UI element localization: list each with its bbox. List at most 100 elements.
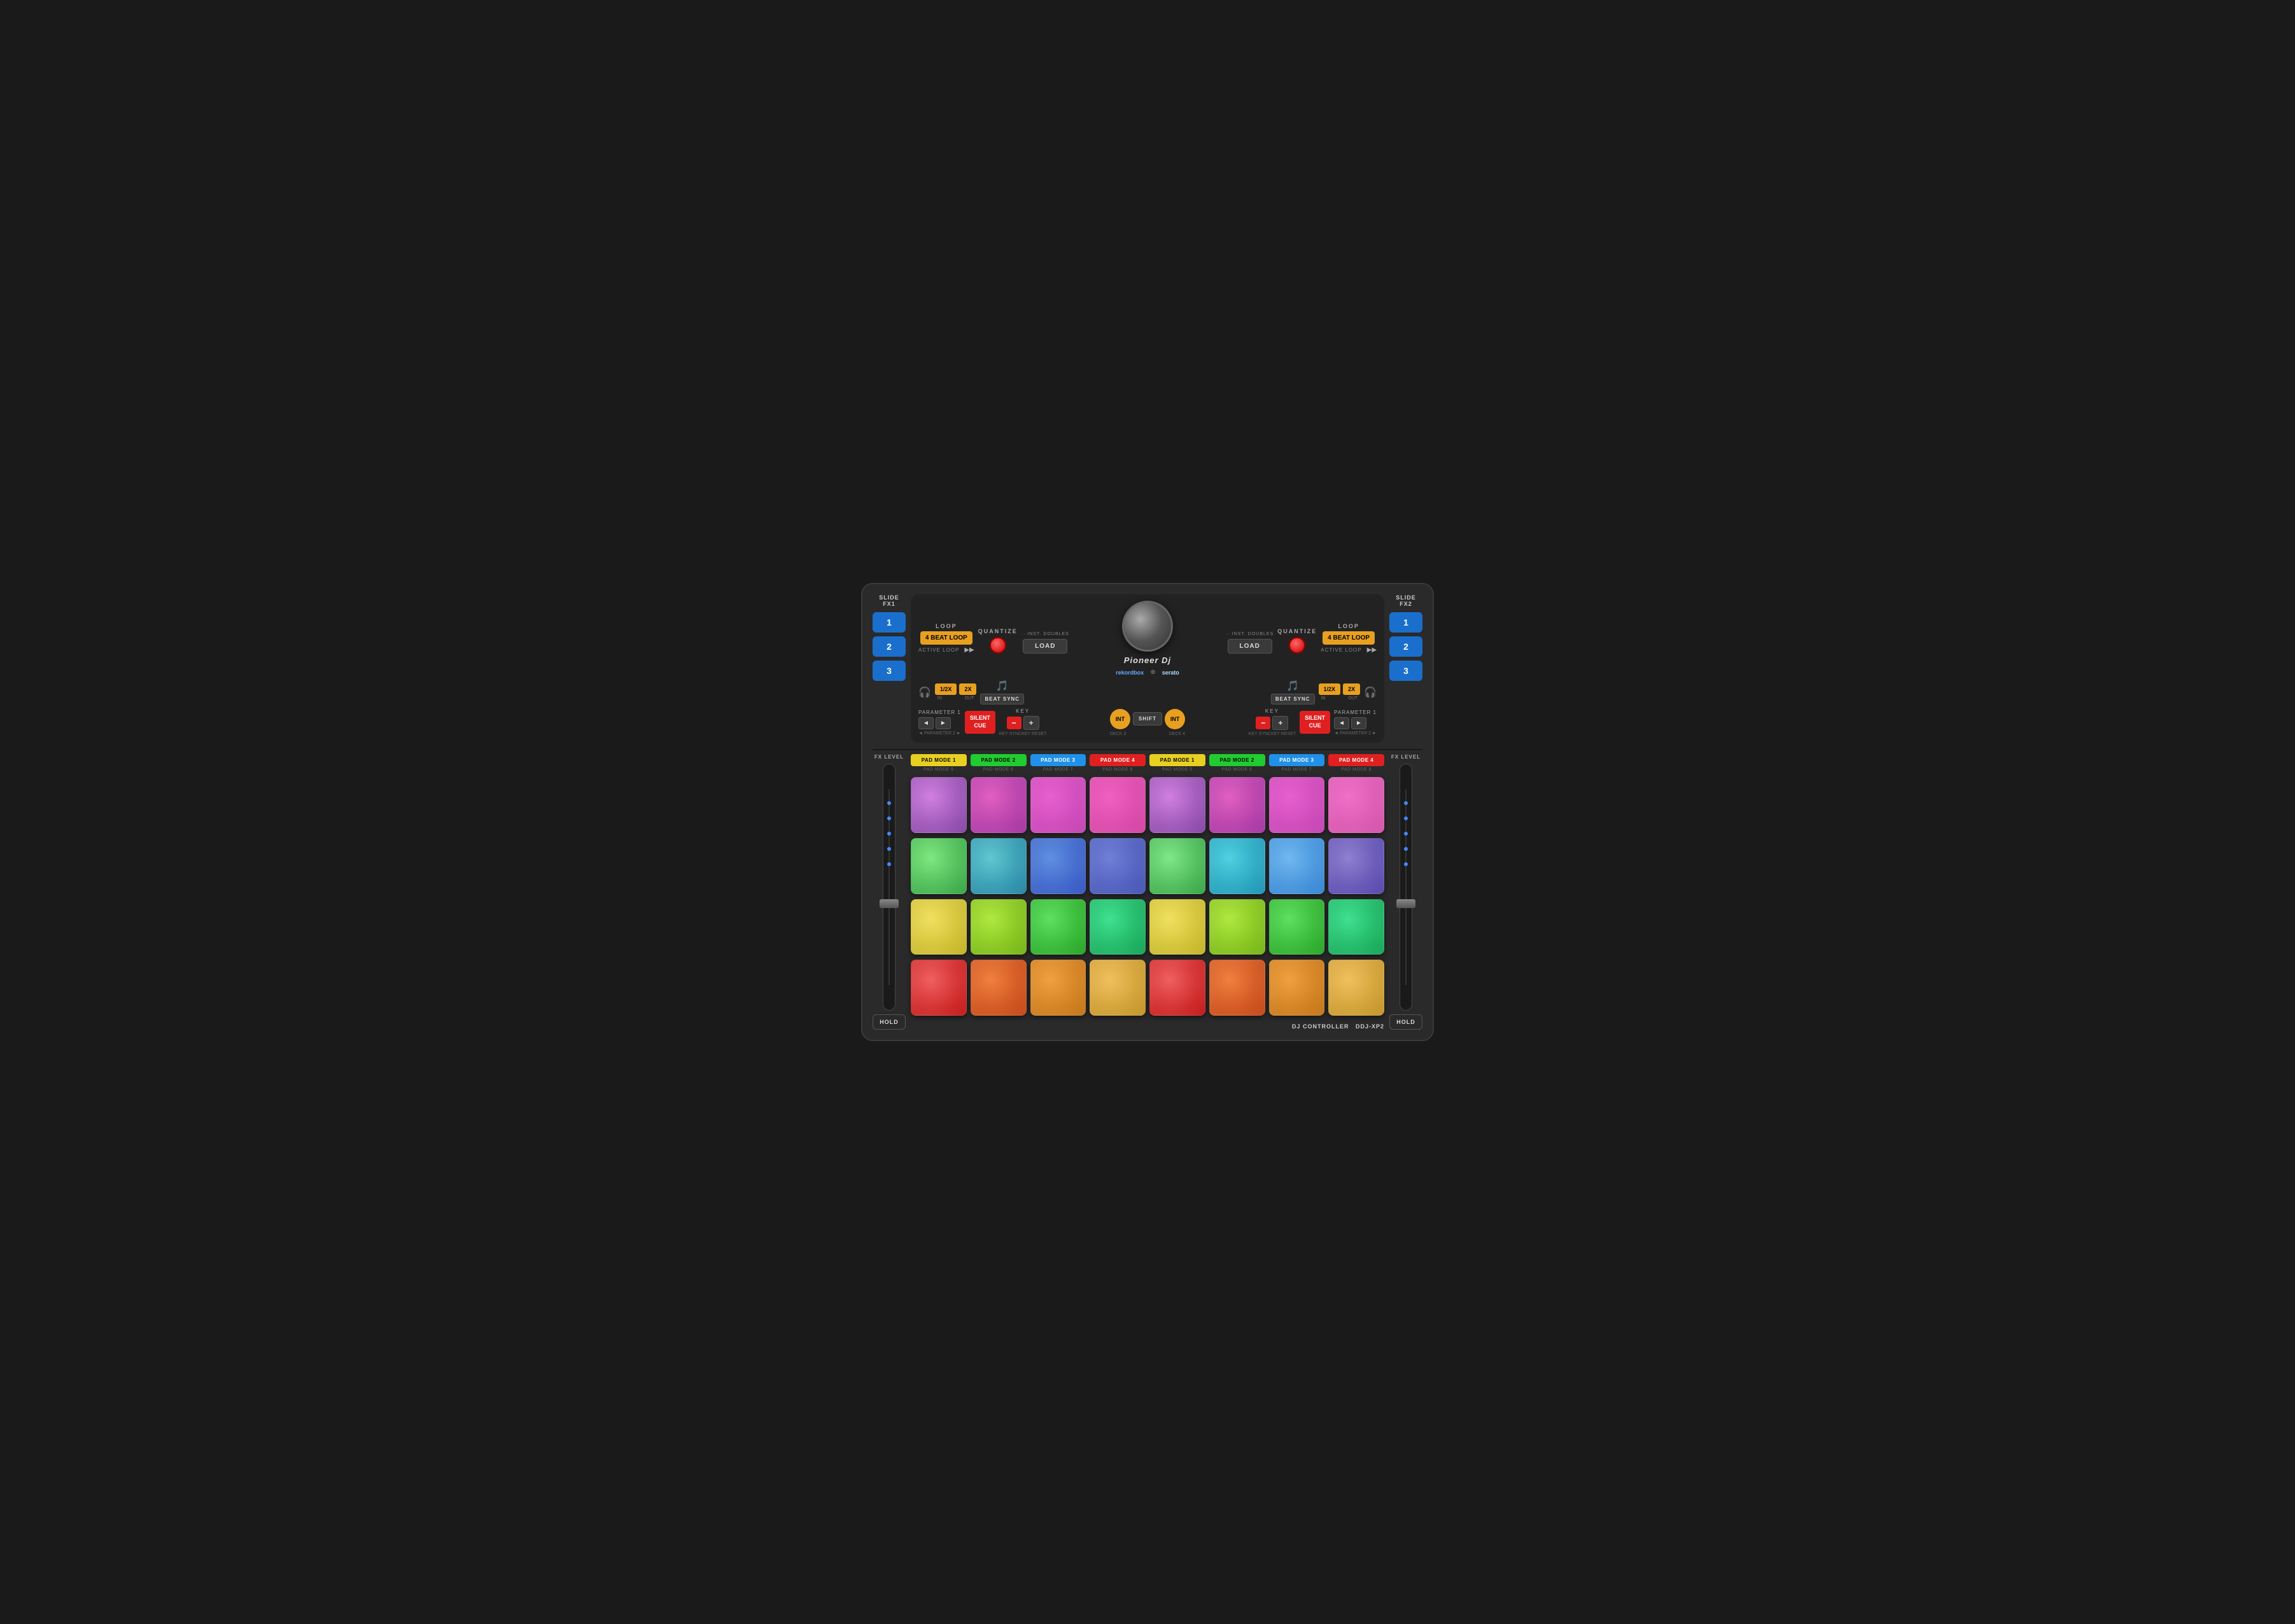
left-pad-mode-2-btn[interactable]: PAD MODE 2 [971,754,1027,766]
right-headphone-icon[interactable]: 🎧 [1364,686,1377,699]
pad-l1-3[interactable] [1030,777,1086,833]
left-key-sub-labels: KEY SYNC KEY RESET [999,732,1046,736]
right-load: ·· INST. DOUBLES LOAD [1226,632,1274,654]
brand-name: Pioneer Dj [1124,655,1171,665]
right-load-btn[interactable]: LOAD [1228,639,1272,654]
right-quantize-btn[interactable] [1289,637,1305,654]
slide-fx-left: SLIDE FX1 1 2 3 [873,594,906,743]
left-headphone-icon[interactable]: 🎧 [918,686,931,699]
left-param-right-btn[interactable]: ► [936,717,951,729]
right-param-left-btn[interactable]: ◄ [1334,717,1349,729]
slide-fx2-btn-3[interactable]: 3 [1389,661,1422,681]
left-beat-sync-btn[interactable]: BEAT SYNC [980,694,1024,704]
pad-r2-4[interactable] [1328,838,1384,894]
left-key-minus-btn[interactable]: − [1007,717,1021,729]
pads-row3 [911,899,1384,955]
left-key-plus-btn[interactable]: + [1023,716,1039,730]
pad-r1-4[interactable] [1328,777,1384,833]
pad-r1-3[interactable] [1269,777,1325,833]
right-pad-mode-1-btn[interactable]: PAD MODE 1 [1149,754,1205,766]
left-key-sync-label: KEY SYNC [999,732,1021,736]
pad-l1-4[interactable] [1090,777,1146,833]
jog-wheel[interactable] [1122,601,1173,652]
left-loop-btn[interactable]: 4 BEAT LOOP [920,631,972,645]
left-out-label: OUT [965,696,974,701]
pad-l3-1[interactable] [911,899,967,955]
fader-dot [887,832,891,836]
pad-r3-4[interactable] [1328,899,1384,955]
pad-r2-2[interactable] [1209,838,1265,894]
right-half-2x-row: 1/2X 2X [1319,683,1361,695]
left-param-left-btn[interactable]: ◄ [918,717,934,729]
model-label: DJ CONTROLLER DDJ-XP2 [911,1023,1384,1030]
left-half-x-btn[interactable]: 1/2X [935,683,957,695]
pad-r2-3[interactable] [1269,838,1325,894]
right-pad-mode-8-label: PAD MODE 8 [1328,767,1384,772]
right-2x-btn[interactable]: 2X [1343,683,1360,695]
slide-fx1-btn-1[interactable]: 1 [873,612,906,633]
right-music-icon: 🎵 [1286,680,1299,692]
pad-r4-3[interactable] [1269,960,1325,1016]
right-loop-btn[interactable]: 4 BEAT LOOP [1323,631,1375,645]
fader-right-handle[interactable] [1396,899,1415,908]
slide-fx1-btn-3[interactable]: 3 [873,661,906,681]
rekordbox-label: rekordbox [1116,669,1144,676]
left-pad-mode-4-btn[interactable]: PAD MODE 4 [1090,754,1146,766]
left-music-icon: 🎵 [996,680,1009,692]
left-pad-mode-3-btn[interactable]: PAD MODE 3 [1030,754,1086,766]
left-row3: PARAMETER 1 ◄ ► ◄ PARAMETER 2 ► SILENTCU… [918,708,1106,736]
fx-level-left-fader[interactable] [883,764,895,1011]
pad-l3-2[interactable] [971,899,1027,955]
pad-l2-4[interactable] [1090,838,1146,894]
jog-center: Pioneer Dj rekordbox ⊕ serato [1116,601,1179,676]
right-pad-mode-3-btn[interactable]: PAD MODE 3 [1269,754,1325,766]
deck-labels: DECK 3 DECK 4 [1110,732,1185,736]
pad-r4-2[interactable] [1209,960,1265,1016]
pad-r3-2[interactable] [1209,899,1265,955]
fx-level-right-fader[interactable] [1400,764,1412,1011]
pad-l1-1[interactable] [911,777,967,833]
pad-l2-2[interactable] [971,838,1027,894]
hold-left-btn[interactable]: HOLD [873,1014,906,1030]
pad-l4-2[interactable] [971,960,1027,1016]
pad-r4-4[interactable] [1328,960,1384,1016]
fader-left-handle[interactable] [880,899,899,908]
left-load-btn[interactable]: LOAD [1023,639,1067,654]
right-silent-cue-btn[interactable]: SILENTCUE [1300,711,1330,733]
pad-r3-3[interactable] [1269,899,1325,955]
pad-l3-4[interactable] [1090,899,1146,955]
right-pad-mode-2-btn[interactable]: PAD MODE 2 [1209,754,1265,766]
right-param-right-btn[interactable]: ► [1351,717,1366,729]
left-2x-btn[interactable]: 2X [959,683,976,695]
right-beat-sync-btn[interactable]: BEAT SYNC [1271,694,1315,704]
left-quantize-btn[interactable] [990,637,1006,654]
left-silent-cue-btn[interactable]: SILENTCUE [965,711,995,733]
section-divider [873,749,1422,750]
hold-right-btn[interactable]: HOLD [1389,1014,1422,1030]
right-key-plus-btn[interactable]: + [1272,716,1288,730]
pad-l3-3[interactable] [1030,899,1086,955]
slide-fx2-btn-2[interactable]: 2 [1389,636,1422,657]
pad-l1-2[interactable] [971,777,1027,833]
fader-dot [1404,847,1408,851]
pad-l4-3[interactable] [1030,960,1086,1016]
pad-r4-1[interactable] [1149,960,1205,1016]
deck3-int-btn[interactable]: INT [1110,709,1130,729]
shift-btn[interactable]: SHIFT [1133,712,1162,725]
left-pad-mode-1-btn[interactable]: PAD MODE 1 [911,754,967,766]
pad-r1-1[interactable] [1149,777,1205,833]
pad-l4-1[interactable] [911,960,967,1016]
left-active-loop-label: ACTIVE LOOP [918,647,959,653]
right-key-minus-btn[interactable]: − [1256,717,1270,729]
pad-r1-2[interactable] [1209,777,1265,833]
right-pad-mode-4-btn[interactable]: PAD MODE 4 [1328,754,1384,766]
slide-fx1-btn-2[interactable]: 2 [873,636,906,657]
right-half-x-btn[interactable]: 1/2X [1319,683,1341,695]
pad-l2-1[interactable] [911,838,967,894]
pad-l4-4[interactable] [1090,960,1146,1016]
deck4-int-btn[interactable]: INT [1165,709,1185,729]
pad-r3-1[interactable] [1149,899,1205,955]
pad-l2-3[interactable] [1030,838,1086,894]
slide-fx2-btn-1[interactable]: 1 [1389,612,1422,633]
pad-r2-1[interactable] [1149,838,1205,894]
